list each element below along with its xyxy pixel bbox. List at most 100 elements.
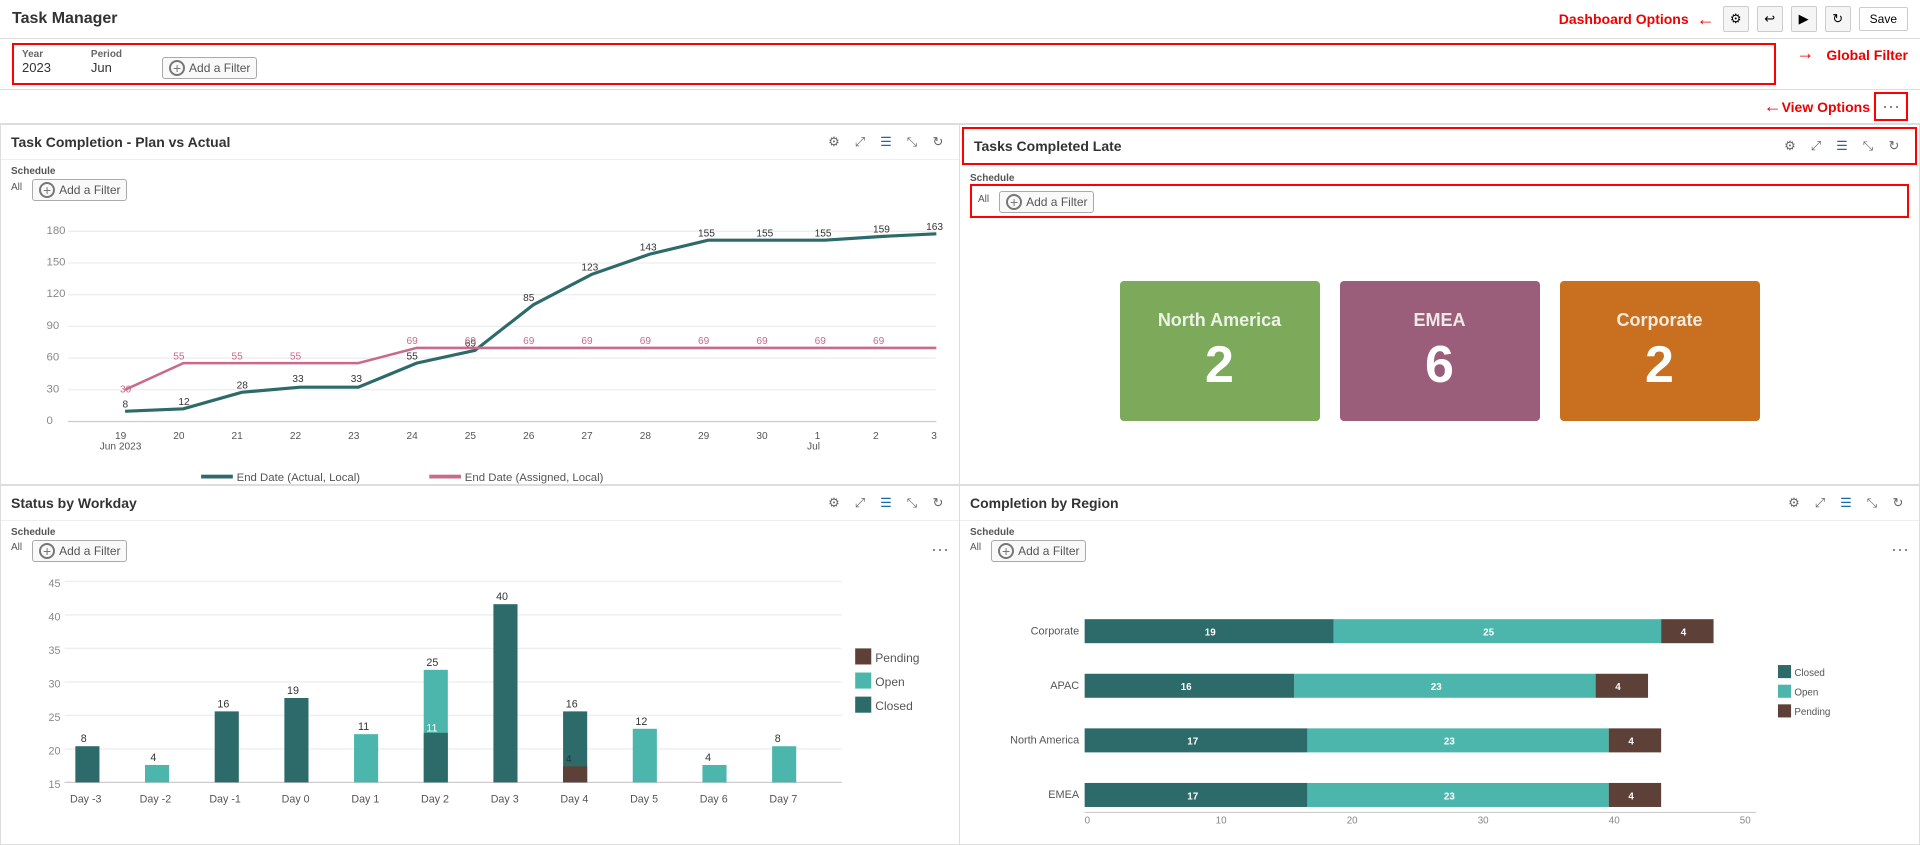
- svg-text:25: 25: [426, 656, 438, 668]
- svg-text:85: 85: [523, 293, 535, 304]
- svg-text:23: 23: [1431, 682, 1442, 693]
- svg-text:28: 28: [640, 431, 652, 442]
- widget1-schedule-label: Schedule: [11, 166, 949, 177]
- widget3-schedule-value: All: [11, 542, 22, 553]
- widget2-schedule-value: All: [978, 194, 989, 205]
- widget4-add-filter-btn[interactable]: + Add a Filter: [991, 540, 1086, 562]
- svg-text:69: 69: [523, 336, 535, 347]
- tile-corporate[interactable]: Corporate 2: [1560, 281, 1760, 421]
- widget3-add-filter-btn[interactable]: + Add a Filter: [32, 540, 127, 562]
- play-icon-btn[interactable]: ▶: [1791, 6, 1817, 32]
- tile-north-america[interactable]: North America 2: [1120, 281, 1320, 421]
- svg-text:0: 0: [1085, 815, 1091, 826]
- svg-text:69: 69: [873, 336, 885, 347]
- view-options-arrow: ←: [1764, 96, 1782, 117]
- svg-text:8: 8: [775, 733, 781, 745]
- svg-text:155: 155: [815, 228, 832, 239]
- refresh-icon-btn[interactable]: ↻: [1825, 6, 1851, 32]
- global-add-filter-btn[interactable]: + Add a Filter: [162, 57, 257, 79]
- widget2-list-btn[interactable]: ☰: [1831, 135, 1853, 157]
- view-options-label: View Options: [1782, 99, 1870, 115]
- svg-text:23: 23: [1444, 736, 1455, 747]
- svg-text:69: 69: [581, 336, 593, 347]
- svg-text:11: 11: [426, 722, 437, 734]
- widget2-settings-btn[interactable]: ⚙: [1779, 135, 1801, 157]
- widget3-settings-btn[interactable]: ⚙: [823, 492, 845, 514]
- filter-bar: Year 2023 Period Jun + Add a Filter → Gl…: [0, 39, 1920, 90]
- svg-text:30: 30: [120, 384, 132, 395]
- global-filter-arrow: →: [1796, 43, 1814, 64]
- widget3-list-btn[interactable]: ☰: [875, 492, 897, 514]
- svg-text:North America: North America: [1010, 734, 1080, 746]
- svg-text:19: 19: [287, 684, 299, 696]
- widget4-refresh-btn[interactable]: ↻: [1887, 492, 1909, 514]
- svg-text:Day 0: Day 0: [282, 793, 310, 805]
- widget4-list-btn[interactable]: ☰: [1835, 492, 1857, 514]
- svg-text:12: 12: [178, 397, 190, 408]
- svg-text:2: 2: [873, 431, 879, 442]
- widget1-controls: ⚙ ⤢ ☰ ⤡ ↻: [823, 131, 949, 153]
- widget1-move-btn[interactable]: ⤢: [849, 131, 871, 153]
- widget2-add-filter-btn[interactable]: + Add a Filter: [999, 191, 1094, 213]
- svg-text:17: 17: [1187, 736, 1198, 747]
- svg-text:16: 16: [566, 698, 578, 710]
- widget1-header: Task Completion - Plan vs Actual ⚙ ⤢ ☰ ⤡…: [1, 125, 959, 160]
- svg-text:23: 23: [1444, 791, 1455, 802]
- svg-text:APAC: APAC: [1050, 680, 1079, 692]
- widget1-add-filter-btn[interactable]: + Add a Filter: [32, 179, 127, 201]
- svg-text:40: 40: [496, 591, 508, 603]
- widget2-expand-btn[interactable]: ⤡: [1857, 135, 1879, 157]
- svg-text:4: 4: [1628, 736, 1634, 747]
- period-label: Period: [91, 49, 122, 60]
- widget1-settings-btn[interactable]: ⚙: [823, 131, 845, 153]
- svg-text:Pending: Pending: [875, 650, 919, 664]
- svg-text:69: 69: [698, 336, 710, 347]
- widget3-expand-btn[interactable]: ⤡: [901, 492, 923, 514]
- app-title: Task Manager: [12, 10, 118, 28]
- svg-text:55: 55: [290, 351, 302, 362]
- svg-text:Jul: Jul: [807, 441, 820, 452]
- svg-text:20: 20: [49, 745, 61, 757]
- year-value: 2023: [22, 60, 51, 75]
- widget1-refresh-btn[interactable]: ↻: [927, 131, 949, 153]
- widget2-refresh-btn[interactable]: ↻: [1883, 135, 1905, 157]
- settings-icon-btn[interactable]: ⚙: [1723, 6, 1749, 32]
- svg-text:27: 27: [581, 431, 593, 442]
- widget4-move-btn[interactable]: ⤢: [1809, 492, 1831, 514]
- widget3-dots[interactable]: ···: [931, 539, 949, 560]
- widget1-list-btn[interactable]: ☰: [875, 131, 897, 153]
- widget4-expand-btn[interactable]: ⤡: [1861, 492, 1883, 514]
- svg-text:16: 16: [217, 698, 229, 710]
- global-filter-label: Global Filter: [1826, 47, 1908, 63]
- view-options-dots[interactable]: ···: [1882, 96, 1900, 117]
- widget2-plus-icon: +: [1006, 194, 1022, 210]
- svg-text:Day 2: Day 2: [421, 793, 449, 805]
- widget3-refresh-btn[interactable]: ↻: [927, 492, 949, 514]
- svg-text:Day 3: Day 3: [491, 793, 519, 805]
- widget4-schedule-value: All: [970, 542, 981, 553]
- svg-text:22: 22: [290, 431, 302, 442]
- period-value: Jun: [91, 60, 122, 75]
- widget2-move-btn[interactable]: ⤢: [1805, 135, 1827, 157]
- undo-icon-btn[interactable]: ↩: [1757, 6, 1783, 32]
- svg-text:25: 25: [1483, 627, 1494, 638]
- tile-emea[interactable]: EMEA 6: [1340, 281, 1540, 421]
- widget3-move-btn[interactable]: ⤢: [849, 492, 871, 514]
- svg-text:Closed: Closed: [875, 699, 912, 713]
- svg-text:4: 4: [566, 753, 572, 765]
- widget4-dots[interactable]: ···: [1891, 539, 1909, 560]
- widget2-schedule-label: Schedule: [970, 173, 1909, 184]
- svg-text:Day 1: Day 1: [351, 793, 379, 805]
- svg-text:3: 3: [931, 431, 937, 442]
- svg-text:90: 90: [46, 320, 59, 332]
- svg-text:10: 10: [1216, 815, 1227, 826]
- svg-text:4: 4: [705, 751, 711, 763]
- tile-na-value: 2: [1205, 339, 1234, 391]
- header-bar: Task Manager Dashboard Options ← ⚙ ↩ ▶ ↻…: [0, 0, 1920, 39]
- widget4-settings-btn[interactable]: ⚙: [1783, 492, 1805, 514]
- widget2-title: Tasks Completed Late: [974, 138, 1122, 154]
- save-button[interactable]: Save: [1859, 7, 1908, 31]
- widget3-add-filter-label: Add a Filter: [59, 544, 120, 558]
- widget1-expand-btn[interactable]: ⤡: [901, 131, 923, 153]
- svg-text:17: 17: [1187, 791, 1198, 802]
